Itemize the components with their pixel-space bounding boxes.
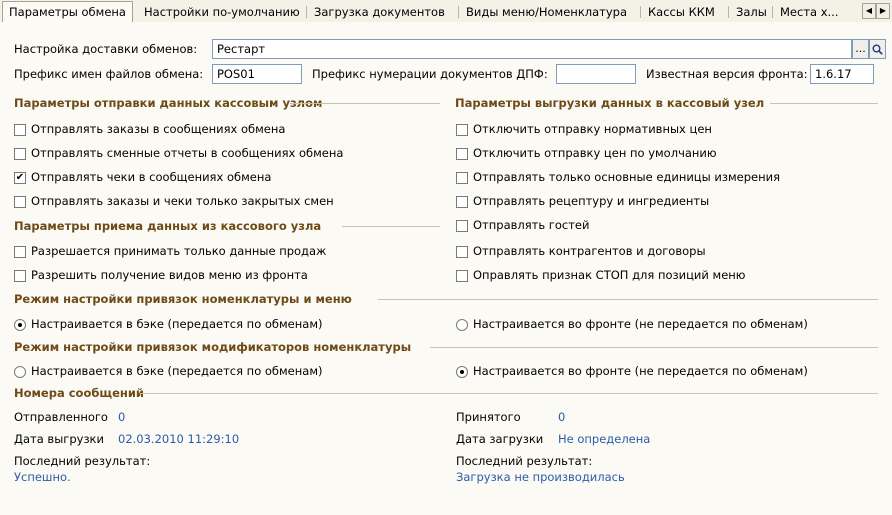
section-divider — [770, 103, 878, 104]
modifier-back-label[interactable]: Настраивается в бэке (передается по обме… — [31, 364, 323, 378]
modifier-front-label[interactable]: Настраивается во фронте (не передается п… — [473, 364, 808, 378]
menu-types-from-front-checkbox[interactable] — [14, 270, 26, 282]
send-receipts-checkbox[interactable]: ✔ — [14, 172, 26, 184]
send-counterparties-label[interactable]: Отправлять контрагентов и договоры — [473, 244, 706, 258]
doc-prefix-input[interactable] — [556, 64, 636, 84]
tab-bar: Параметры обмена Настройки по-умолчанию … — [0, 0, 892, 23]
sales-only-label[interactable]: Разрешается принимать только данные прод… — [31, 244, 326, 258]
checkmark-icon: ✔ — [15, 172, 25, 183]
nomenclature-front-radio[interactable] — [456, 319, 468, 331]
export-date-value: 02.03.2010 11:29:10 — [118, 432, 240, 446]
export-date-label: Дата выгрузки — [14, 432, 104, 446]
tab-places[interactable]: Места х... — [774, 3, 845, 21]
received-value: 0 — [558, 410, 566, 424]
tab-separator — [640, 6, 641, 18]
send-orders-checkbox[interactable] — [14, 124, 26, 136]
receive-section-title: Параметры приема данных из кассового узл… — [14, 219, 322, 233]
front-version-input[interactable]: 1.6.17 — [810, 64, 874, 84]
send-guests-label[interactable]: Отправлять гостей — [473, 218, 589, 232]
tab-exchange-params[interactable]: Параметры обмена — [2, 1, 133, 23]
send-guests-checkbox[interactable] — [456, 220, 468, 232]
modifier-mode-title: Режим настройки привязок модификаторов н… — [14, 340, 412, 354]
tab-halls[interactable]: Залы — [730, 3, 773, 21]
delivery-label: Настройка доставки обменов: — [14, 42, 198, 56]
tab-cash-registers[interactable]: Кассы ККМ — [642, 3, 721, 21]
send-counterparties-checkbox[interactable] — [456, 246, 468, 258]
nomenclature-mode-title: Режим настройки привязок номенклатуры и … — [14, 292, 352, 306]
main-units-only-label[interactable]: Отправлять только основные единицы измер… — [473, 170, 780, 184]
send-closed-shifts-label[interactable]: Отправлять заказы и чеки только закрытых… — [31, 194, 334, 208]
nomenclature-back-label[interactable]: Настраивается в бэке (передается по обме… — [31, 317, 323, 331]
section-divider — [342, 226, 440, 227]
sent-result-value: Успешно. — [14, 470, 71, 484]
tab-scroll-right-icon[interactable]: ▶ — [876, 3, 890, 19]
send-section-title: Параметры отправки данных кассовым узлом — [14, 96, 323, 110]
send-stop-flag-checkbox[interactable] — [456, 270, 468, 282]
section-divider — [430, 347, 878, 348]
delivery-search-button[interactable] — [869, 39, 886, 59]
tab-menu-types[interactable]: Виды меню/Номенклатура — [460, 3, 633, 21]
tab-scroll-left-icon[interactable]: ◀ — [862, 3, 876, 19]
nomenclature-back-radio[interactable] — [14, 319, 26, 331]
send-stop-flag-label[interactable]: Оправлять признак СТОП для позиций меню — [473, 268, 745, 282]
send-receipts-label[interactable]: Отправлять чеки в сообщениях обмена — [31, 170, 271, 184]
doc-prefix-label: Префикс нумерации документов ДПФ: — [312, 67, 548, 81]
tab-documents-import[interactable]: Загрузка документов — [308, 3, 451, 21]
tab-separator — [772, 6, 773, 18]
sent-value: 0 — [118, 410, 126, 424]
prefix-label: Префикс имен файлов обмена: — [14, 67, 204, 81]
send-shift-reports-label[interactable]: Отправлять сменные отчеты в сообщениях о… — [31, 146, 343, 160]
send-closed-shifts-checkbox[interactable] — [14, 196, 26, 208]
modifier-front-radio[interactable] — [456, 366, 468, 378]
send-recipes-label[interactable]: Отправлять рецептуру и ингредиенты — [473, 194, 709, 208]
delivery-select-button[interactable]: ... — [852, 39, 869, 59]
section-divider — [290, 103, 440, 104]
tab-defaults[interactable]: Настройки по-умолчанию — [138, 3, 306, 21]
sales-only-checkbox[interactable] — [14, 246, 26, 258]
front-version-label: Известная версия фронта: — [646, 67, 808, 81]
tab-separator — [728, 6, 729, 18]
disable-default-prices-checkbox[interactable] — [456, 148, 468, 160]
import-date-label: Дата загрузки — [456, 432, 544, 446]
send-shift-reports-checkbox[interactable] — [14, 148, 26, 160]
main-units-only-checkbox[interactable] — [456, 172, 468, 184]
disable-normative-prices-label[interactable]: Отключить отправку нормативных цен — [473, 122, 712, 136]
received-result-value: Загрузка не производилась — [456, 470, 625, 484]
magnifier-icon — [872, 44, 883, 55]
modifier-back-radio[interactable] — [14, 366, 26, 378]
nomenclature-front-label[interactable]: Настраивается во фронте (не передается п… — [473, 317, 808, 331]
sent-result-label: Последний результат: — [14, 454, 151, 468]
tab-separator — [458, 6, 459, 18]
prefix-input[interactable]: POS01 — [212, 64, 302, 84]
export-section-title: Параметры выгрузки данных в кассовый узе… — [455, 96, 765, 110]
disable-normative-prices-checkbox[interactable] — [456, 124, 468, 136]
send-recipes-checkbox[interactable] — [456, 196, 468, 208]
import-date-value: Не определена — [558, 432, 651, 446]
received-label: Принятого — [456, 410, 521, 424]
section-divider — [378, 299, 878, 300]
menu-types-from-front-label[interactable]: Разрешить получение видов меню из фронта — [31, 268, 308, 282]
delivery-input[interactable]: Рестарт — [212, 39, 852, 59]
received-result-label: Последний результат: — [456, 454, 593, 468]
section-divider — [140, 393, 878, 394]
disable-default-prices-label[interactable]: Отключить отправку цен по умолчанию — [473, 146, 717, 160]
tab-separator — [306, 6, 307, 18]
messages-section-title: Номера сообщений — [14, 386, 144, 400]
sent-label: Отправленного — [14, 410, 108, 424]
send-orders-label[interactable]: Отправлять заказы в сообщениях обмена — [31, 122, 285, 136]
